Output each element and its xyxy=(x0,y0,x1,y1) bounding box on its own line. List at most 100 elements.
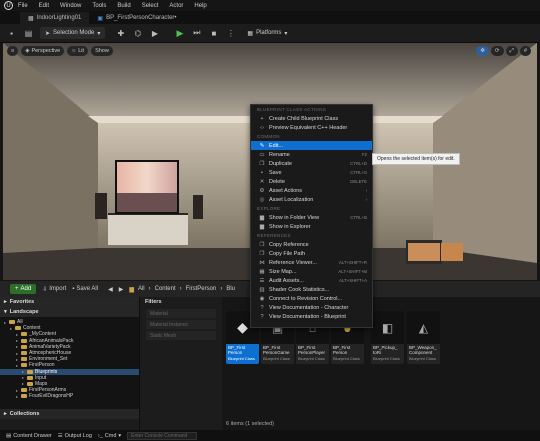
help-icon: ? xyxy=(260,313,264,320)
menu-tools[interactable]: Tools xyxy=(92,3,106,9)
lit-button[interactable]: ☼ Lit xyxy=(67,46,89,56)
folder-tree-item[interactable]: ▸ FourEvilDragonsHP xyxy=(0,393,139,399)
blueprint-menu-icon[interactable]: ⌬ xyxy=(132,28,143,39)
menu-file[interactable]: File xyxy=(18,3,28,9)
add-button[interactable]: + Add xyxy=(10,284,37,294)
view-documentation-character-item[interactable]: ? View Documentation - Character xyxy=(251,303,372,312)
save-all-button[interactable]: ▪ Save All xyxy=(72,286,98,292)
shader-cook-statistics-item[interactable]: ▥ Shader Cook Statistics... xyxy=(251,285,372,294)
copy-file-path-item[interactable]: ❐ Copy File Path xyxy=(251,249,372,258)
breadcrumb-all[interactable]: All xyxy=(138,286,145,292)
console-command-input[interactable]: Enter Console Command xyxy=(127,431,198,440)
help-icon: ? xyxy=(260,304,264,311)
folder-icon: ▆ xyxy=(259,223,265,230)
filter-material-instance[interactable]: Material Instance xyxy=(146,320,216,329)
duplicate-icon: ❐ xyxy=(259,160,265,167)
menu-section-header: BLUEPRINT CLASS ACTIONS xyxy=(257,107,327,112)
filter-static-mesh[interactable]: Static Mesh xyxy=(146,331,216,340)
forward-icon[interactable]: ▶ xyxy=(119,286,124,293)
chevron-right-icon: ▸ xyxy=(4,299,7,305)
more-icon[interactable]: ⋮ xyxy=(225,28,236,39)
save-icon: ▪ xyxy=(261,169,263,176)
asset-actions-item[interactable]: ⚙ Asset Actions › xyxy=(251,186,372,195)
folder-icon xyxy=(27,375,33,380)
unreal-logo-icon[interactable]: U xyxy=(4,1,13,10)
sequencer-icon[interactable]: ▶ xyxy=(149,28,160,39)
size-map-item[interactable]: ▦ Size Map... ALT+SHIFT+M xyxy=(251,267,372,276)
perspective-button[interactable]: ◈ Perspective xyxy=(21,46,65,56)
show-button[interactable]: Show xyxy=(91,46,113,56)
rotate-tool-icon[interactable]: ⟳ xyxy=(490,46,504,56)
stop-icon[interactable]: ■ xyxy=(208,28,219,39)
favorites-header[interactable]: ▸ Favorites xyxy=(0,297,139,307)
asset-card[interactable]: ◧ BP_Pickup_ toRi Blueprint Class xyxy=(371,311,404,364)
menu-build[interactable]: Build xyxy=(117,3,130,9)
show-in-explorer-item[interactable]: ▆ Show in Explorer xyxy=(251,222,372,231)
asset-localization-item[interactable]: ◎ Asset Localization › xyxy=(251,195,372,204)
folder-icon: ▆ xyxy=(129,286,134,293)
delete-item[interactable]: ✕ Delete DELETE xyxy=(251,177,372,186)
folder-icon xyxy=(21,394,27,399)
back-icon[interactable]: ◀ xyxy=(108,286,113,293)
menu-select[interactable]: Select xyxy=(142,3,159,9)
audit-assets-item[interactable]: ☰ Audit Assets... ALT+SHIFT+A xyxy=(251,276,372,285)
save-item[interactable]: ▪ Save CTRL+S xyxy=(251,168,372,177)
filters-panel: Filters Material Material Instance Stati… xyxy=(141,297,221,430)
tab-blueprint[interactable]: ▣ BP_FirstPersonCharacter• xyxy=(89,12,184,24)
scale-tool-icon[interactable]: ⤢ xyxy=(505,46,518,56)
viewport-menu-button[interactable]: ≡ xyxy=(7,46,19,56)
revision-icon: ◉ xyxy=(259,295,265,302)
grid-snap-icon[interactable]: # xyxy=(519,46,531,56)
view-documentation-blueprint-item[interactable]: ? View Documentation - Blueprint xyxy=(251,312,372,321)
breadcrumb-content[interactable]: Content xyxy=(155,286,176,292)
copy-reference-item[interactable]: ❐ Copy Reference xyxy=(251,240,372,249)
chart-icon: ▥ xyxy=(259,286,265,293)
menu-edit[interactable]: Edit xyxy=(39,3,49,9)
content-icon[interactable]: ▤ xyxy=(23,28,34,39)
pickup-thumbnail: ◧ xyxy=(371,311,404,344)
menu-section-header: EXPLORE xyxy=(257,206,281,211)
rename-item[interactable]: ▭ Rename F2 xyxy=(251,150,372,159)
selection-mode-button[interactable]: ➤ Selection Mode ▾ xyxy=(40,27,106,39)
create-child-blueprint-item[interactable]: + Create Child Blueprint Class xyxy=(251,114,372,123)
drawer-icon: ▤ xyxy=(6,432,12,439)
platforms-icon: ▦ xyxy=(247,30,254,37)
play-icon[interactable]: ▶ xyxy=(174,28,185,39)
add-actor-icon[interactable]: ✚ xyxy=(115,28,126,39)
show-in-folder-view-item[interactable]: ▆ Show in Folder View CTRL+B xyxy=(251,213,372,222)
log-icon: ☰ xyxy=(57,432,63,439)
connect-revision-control-item[interactable]: ◉ Connect to Revision Control... xyxy=(251,294,372,303)
landscape-header[interactable]: ▾ Landscape xyxy=(0,307,139,317)
folder-icon xyxy=(27,381,33,386)
preview-cpp-item[interactable]: ‹› Preview Equivalent C++ Header xyxy=(251,123,372,132)
menu-help[interactable]: Help xyxy=(194,3,206,9)
tab-level[interactable]: ▦ IndoorLighting01 xyxy=(20,12,90,24)
graph-icon: ⋈ xyxy=(259,259,265,266)
reference-viewer-item[interactable]: ⋈ Reference Viewer... ALT+SHIFT+R xyxy=(251,258,372,267)
edit-item[interactable]: ✎ Edit... xyxy=(251,141,372,150)
output-log-button[interactable]: ☰ Output Log xyxy=(58,433,92,439)
folder-icon xyxy=(21,338,27,343)
asset-card[interactable]: ◭ BP_Weapon_ Component Blueprint Class xyxy=(407,311,440,364)
collections-header[interactable]: ▸ Collections xyxy=(0,409,139,419)
breadcrumb-blueprints[interactable]: Blu xyxy=(226,286,235,292)
viewport-tools: ✥ ⟳ ⤢ # xyxy=(476,46,531,56)
cmd-dropdown[interactable]: ›_ Cmd ▾ xyxy=(98,433,121,439)
duplicate-item[interactable]: ❐ Duplicate CTRL+D xyxy=(251,159,372,168)
menu-window[interactable]: Window xyxy=(60,3,81,9)
content-drawer-button[interactable]: ▤ Content Drawer xyxy=(6,433,52,439)
select-tool-icon[interactable]: ✥ xyxy=(476,46,489,56)
platforms-button[interactable]: ▦ Platforms ▾ xyxy=(242,27,292,39)
breadcrumb-firstperson[interactable]: FirstPerson xyxy=(186,286,217,292)
level-icon: ▦ xyxy=(28,15,34,22)
edit-tooltip: Opens the selected item(s) for edit. xyxy=(372,153,460,165)
save-icon[interactable]: ▪ xyxy=(6,28,17,39)
globe-icon: ◎ xyxy=(259,196,265,203)
skip-icon[interactable]: ⏭ xyxy=(191,28,202,39)
import-button[interactable]: ⇩ Import xyxy=(42,286,66,293)
save-icon: ▪ xyxy=(72,286,75,292)
folder-icon xyxy=(21,351,27,356)
delete-icon: ✕ xyxy=(259,178,265,185)
menu-actor[interactable]: Actor xyxy=(169,3,183,9)
filter-material[interactable]: Material xyxy=(146,309,216,318)
